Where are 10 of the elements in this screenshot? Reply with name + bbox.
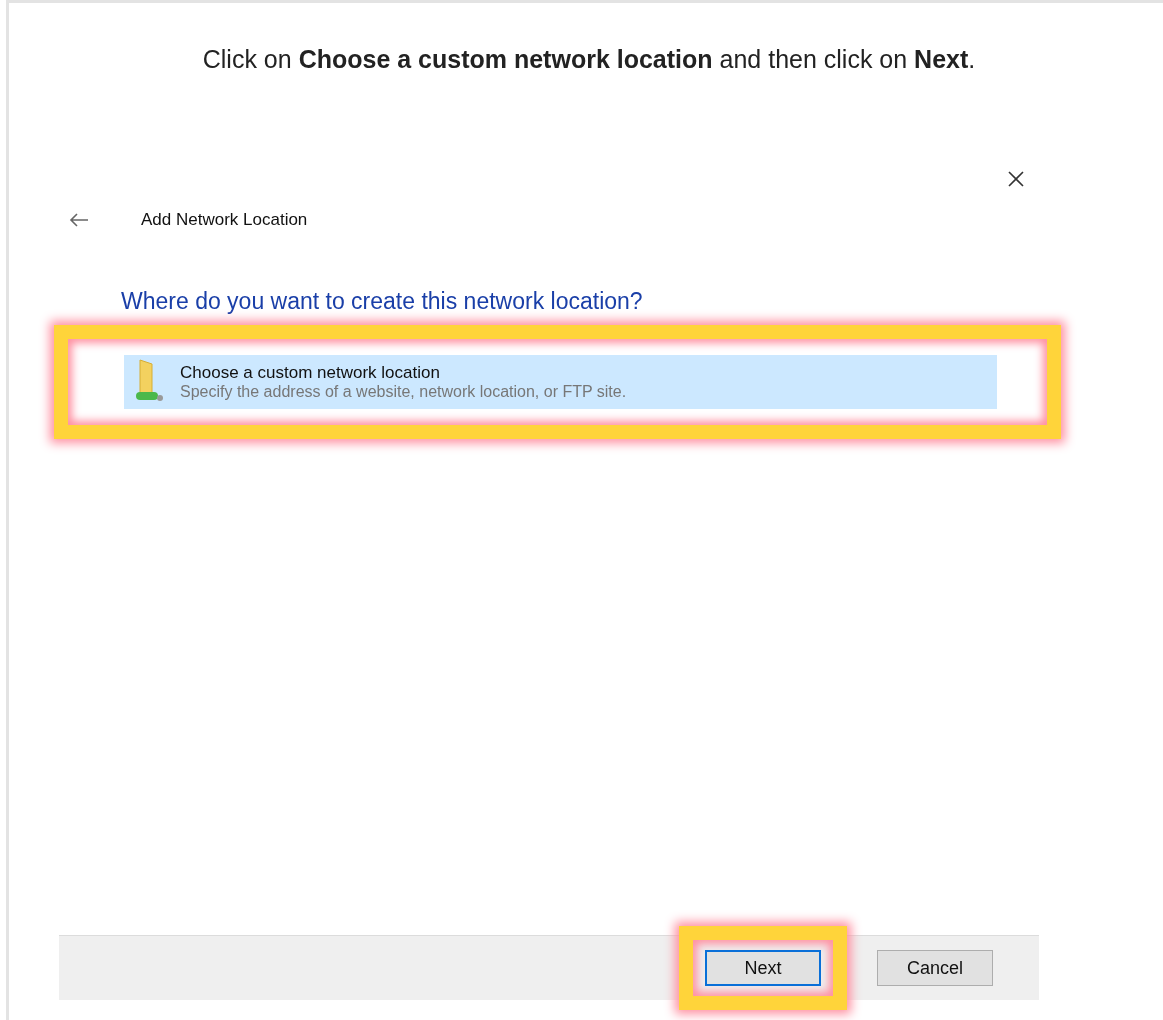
dialog-heading: Where do you want to create this network location? [121, 288, 644, 315]
instruction-text: Click on Choose a custom network location and then click on Next. [202, 45, 976, 74]
dialog-title: Add Network Location [141, 210, 308, 230]
location-option[interactable]: Choose a custom network location Specify the address of a website, network location, or FTP site. [124, 355, 997, 409]
dialog-button[interactable]: Next [705, 950, 821, 986]
back-arrow-icon[interactable] [69, 213, 89, 227]
option-title: Choose a custom network location [180, 363, 441, 383]
close-icon[interactable] [1007, 170, 1025, 188]
dialog-button[interactable]: Cancel [877, 950, 993, 986]
option-description: Specify the address of a website, network location, or FTP site. [180, 383, 627, 401]
